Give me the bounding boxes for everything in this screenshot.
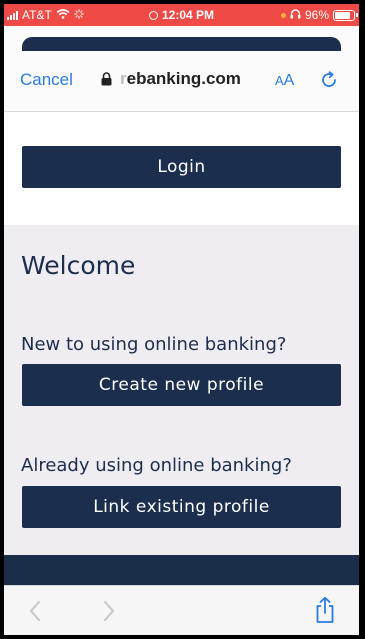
existing-user-prompt: Already using online banking? bbox=[21, 455, 292, 476]
reload-icon[interactable] bbox=[319, 70, 339, 94]
text-size-button[interactable]: AA bbox=[275, 72, 294, 90]
back-icon[interactable] bbox=[28, 600, 42, 626]
status-bar: AT&T 12:04 PM 96% bbox=[4, 4, 359, 26]
login-section: Login bbox=[4, 112, 359, 225]
phone-screen: AT&T 12:04 PM 96% Cancel rebanking.com A… bbox=[4, 4, 359, 635]
page-footer bbox=[4, 555, 359, 585]
welcome-section: Welcome New to using online banking? Cre… bbox=[4, 225, 359, 555]
welcome-title: Welcome bbox=[21, 251, 136, 280]
browser-nav-row: Cancel rebanking.com AA bbox=[4, 67, 359, 95]
alarm-icon bbox=[148, 11, 158, 20]
status-right: 96% bbox=[280, 8, 358, 22]
link-profile-button[interactable]: Link existing profile bbox=[22, 486, 341, 528]
time-label: 12:04 PM bbox=[161, 8, 215, 22]
browser-header: Cancel rebanking.com AA bbox=[4, 26, 359, 112]
share-icon[interactable] bbox=[314, 596, 336, 628]
headphones-icon bbox=[290, 8, 301, 22]
mic-indicator-icon bbox=[280, 12, 286, 18]
battery-icon bbox=[333, 9, 358, 21]
forward-icon[interactable] bbox=[102, 600, 116, 626]
text-size-small-label: A bbox=[275, 73, 284, 88]
cancel-button[interactable]: Cancel bbox=[20, 70, 73, 90]
battery-percent: 96% bbox=[304, 8, 329, 22]
address-bar[interactable]: rebanking.com bbox=[101, 69, 241, 89]
url-prefix: r bbox=[120, 69, 127, 88]
text-size-large-label: A bbox=[283, 72, 295, 89]
battery-fill bbox=[335, 11, 351, 19]
url-domain: ebanking.com bbox=[126, 69, 241, 88]
new-user-prompt: New to using online banking? bbox=[21, 334, 287, 355]
login-button[interactable]: Login bbox=[22, 146, 341, 188]
lock-icon bbox=[101, 72, 112, 86]
url-text: rebanking.com bbox=[120, 69, 241, 89]
browser-toolbar bbox=[4, 585, 359, 635]
create-profile-button[interactable]: Create new profile bbox=[22, 364, 341, 406]
page-header-peek bbox=[22, 37, 341, 51]
